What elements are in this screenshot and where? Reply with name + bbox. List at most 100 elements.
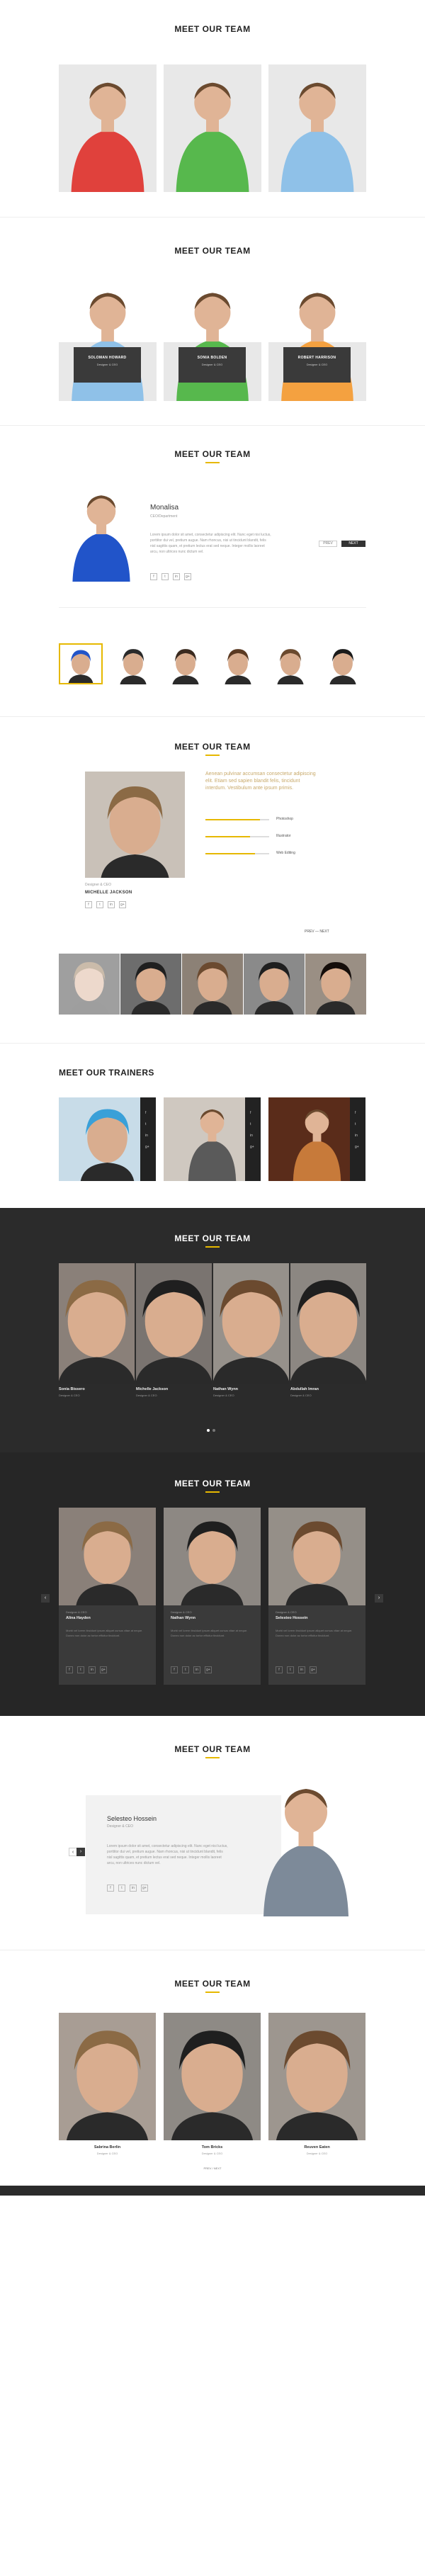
dot[interactable] — [207, 1429, 210, 1432]
linkedin-icon[interactable]: in — [108, 901, 115, 908]
thumb[interactable] — [321, 643, 365, 684]
thumb[interactable] — [120, 954, 181, 1015]
googleplus-icon[interactable]: g+ — [119, 901, 126, 908]
member-name-tag: ROBERT HARRISON Designer & CEO — [283, 347, 351, 383]
thumb-active[interactable] — [59, 643, 103, 684]
thumb[interactable] — [216, 643, 260, 684]
thumb[interactable] — [111, 643, 155, 684]
googleplus-icon[interactable]: g+ — [310, 1666, 317, 1673]
member-card[interactable]: Designer & CEO Nathan Wynn Morbi vel lor… — [164, 1508, 261, 1685]
member-role: Designer & CEO — [306, 2152, 328, 2155]
linkedin-icon[interactable]: in — [130, 1885, 137, 1892]
facebook-icon[interactable]: f — [150, 573, 157, 580]
twitter-icon[interactable]: t — [162, 573, 169, 580]
twitter-icon[interactable]: t — [355, 1119, 359, 1130]
thumb[interactable] — [305, 954, 366, 1015]
footer-bar — [0, 2186, 425, 2196]
divider — [0, 217, 425, 218]
facebook-icon[interactable]: f — [250, 1107, 254, 1119]
member-name: Monalisa — [150, 504, 179, 512]
featured-photo — [59, 481, 144, 582]
thumb[interactable] — [244, 954, 305, 1015]
googleplus-icon[interactable]: g+ — [141, 1885, 148, 1892]
next-button[interactable]: NEXT — [319, 930, 329, 934]
carousel-next-arrow[interactable]: › — [76, 1848, 85, 1856]
member-photo[interactable] — [290, 1263, 366, 1384]
twitter-icon[interactable]: t — [118, 1885, 125, 1892]
team-section-simple: MEET OUR TEAM Sabrina Berlin Designer & … — [0, 1950, 425, 2184]
twitter-icon[interactable]: t — [96, 901, 103, 908]
next-button[interactable]: NEXT — [341, 541, 366, 547]
section-title: MEET OUR TEAM — [174, 24, 251, 34]
member-name: Nathan Wynn — [213, 1387, 239, 1391]
googleplus-icon[interactable]: g+ — [355, 1141, 359, 1153]
linkedin-icon[interactable]: in — [173, 573, 180, 580]
title-underline — [205, 1992, 220, 1993]
member-photo[interactable] — [268, 64, 366, 192]
member-photo[interactable] — [164, 2013, 261, 2140]
linkedin-icon[interactable]: in — [145, 1130, 149, 1141]
thumb[interactable] — [268, 643, 312, 684]
twitter-icon[interactable]: t — [287, 1666, 294, 1673]
linkedin-icon[interactable]: in — [89, 1666, 96, 1673]
title-underline — [205, 1757, 220, 1758]
pager[interactable]: PREV — NEXT — [305, 930, 329, 934]
thumb[interactable] — [182, 954, 243, 1015]
facebook-icon[interactable]: f — [145, 1107, 149, 1119]
member-photo[interactable] — [136, 1263, 212, 1384]
prev-button[interactable]: PREV — [305, 930, 314, 934]
social-links[interactable]: f t in g+ — [145, 1107, 149, 1153]
member-photo[interactable] — [268, 2013, 366, 2140]
member-name-tag: SOLOMAN HOWARD Designer & CEO — [74, 347, 141, 383]
facebook-icon[interactable]: f — [276, 1666, 283, 1673]
member-photo[interactable] — [164, 64, 261, 192]
member-card[interactable]: Designer & CEO Selesteo Hossein Morbi ve… — [268, 1508, 366, 1685]
facebook-icon[interactable]: f — [107, 1885, 114, 1892]
title-underline — [205, 1491, 220, 1493]
googleplus-icon[interactable]: g+ — [184, 573, 191, 580]
member-photo[interactable] — [59, 2013, 156, 2140]
googleplus-icon[interactable]: g+ — [205, 1666, 212, 1673]
facebook-icon[interactable]: f — [85, 901, 92, 908]
linkedin-icon[interactable]: in — [298, 1666, 305, 1673]
team-section-1: MEET OUR TEAM — [0, 0, 425, 213]
member-photo[interactable] — [59, 64, 157, 192]
member-role: Designer & CEO — [276, 1610, 297, 1614]
member-name: Nathan Wynn — [171, 1616, 196, 1620]
facebook-icon[interactable]: f — [355, 1107, 359, 1119]
twitter-icon[interactable]: t — [250, 1119, 254, 1130]
member-photo[interactable] — [59, 1263, 135, 1384]
member-role: Designer & CEO — [306, 363, 328, 366]
social-links[interactable]: f t in g+ — [250, 1107, 254, 1153]
facebook-icon[interactable]: f — [171, 1666, 178, 1673]
member-name: MICHELLE JACKSON — [85, 891, 132, 895]
social-links[interactable]: f t in g+ — [355, 1107, 359, 1153]
linkedin-icon[interactable]: in — [355, 1130, 359, 1141]
team-section-4: MEET OUR TEAM Designer & CEO MICHELLE JA… — [0, 717, 425, 1043]
member-role: Designer & CEO — [201, 2152, 223, 2155]
carousel-next-arrow[interactable]: › — [375, 1594, 383, 1603]
carousel-dots — [207, 1429, 215, 1432]
member-name: Tom Bricks — [201, 2145, 223, 2150]
googleplus-icon[interactable]: g+ — [145, 1141, 149, 1153]
thumb[interactable] — [164, 643, 208, 684]
dot[interactable] — [212, 1429, 215, 1432]
member-photo[interactable] — [213, 1263, 289, 1384]
prev-button[interactable]: PREV — [319, 541, 337, 547]
member-card[interactable]: Designer & CEO Alina Hayden Morbi vel lo… — [59, 1508, 156, 1685]
twitter-icon[interactable]: t — [77, 1666, 84, 1673]
linkedin-icon[interactable]: in — [193, 1666, 200, 1673]
googleplus-icon[interactable]: g+ — [100, 1666, 107, 1673]
member-name-tag: SONIA BOLDEN Designer & CEO — [178, 347, 246, 383]
linkedin-icon[interactable]: in — [250, 1130, 254, 1141]
carousel-prev-arrow[interactable]: ‹ — [41, 1594, 50, 1603]
member-bio: Lorem ipsum dolor sit amet, consectetur … — [150, 533, 271, 554]
thumb-active[interactable] — [59, 954, 120, 1015]
googleplus-icon[interactable]: g+ — [250, 1141, 254, 1153]
pager[interactable]: PREV / NEXT — [0, 2167, 425, 2170]
facebook-icon[interactable]: f — [66, 1666, 73, 1673]
twitter-icon[interactable]: t — [182, 1666, 189, 1673]
social-links: f t in g+ — [66, 1666, 107, 1673]
twitter-icon[interactable]: t — [145, 1119, 149, 1130]
member-bio: Morbi vel lorem tincidunt ipsum aliquet … — [276, 1629, 353, 1637]
